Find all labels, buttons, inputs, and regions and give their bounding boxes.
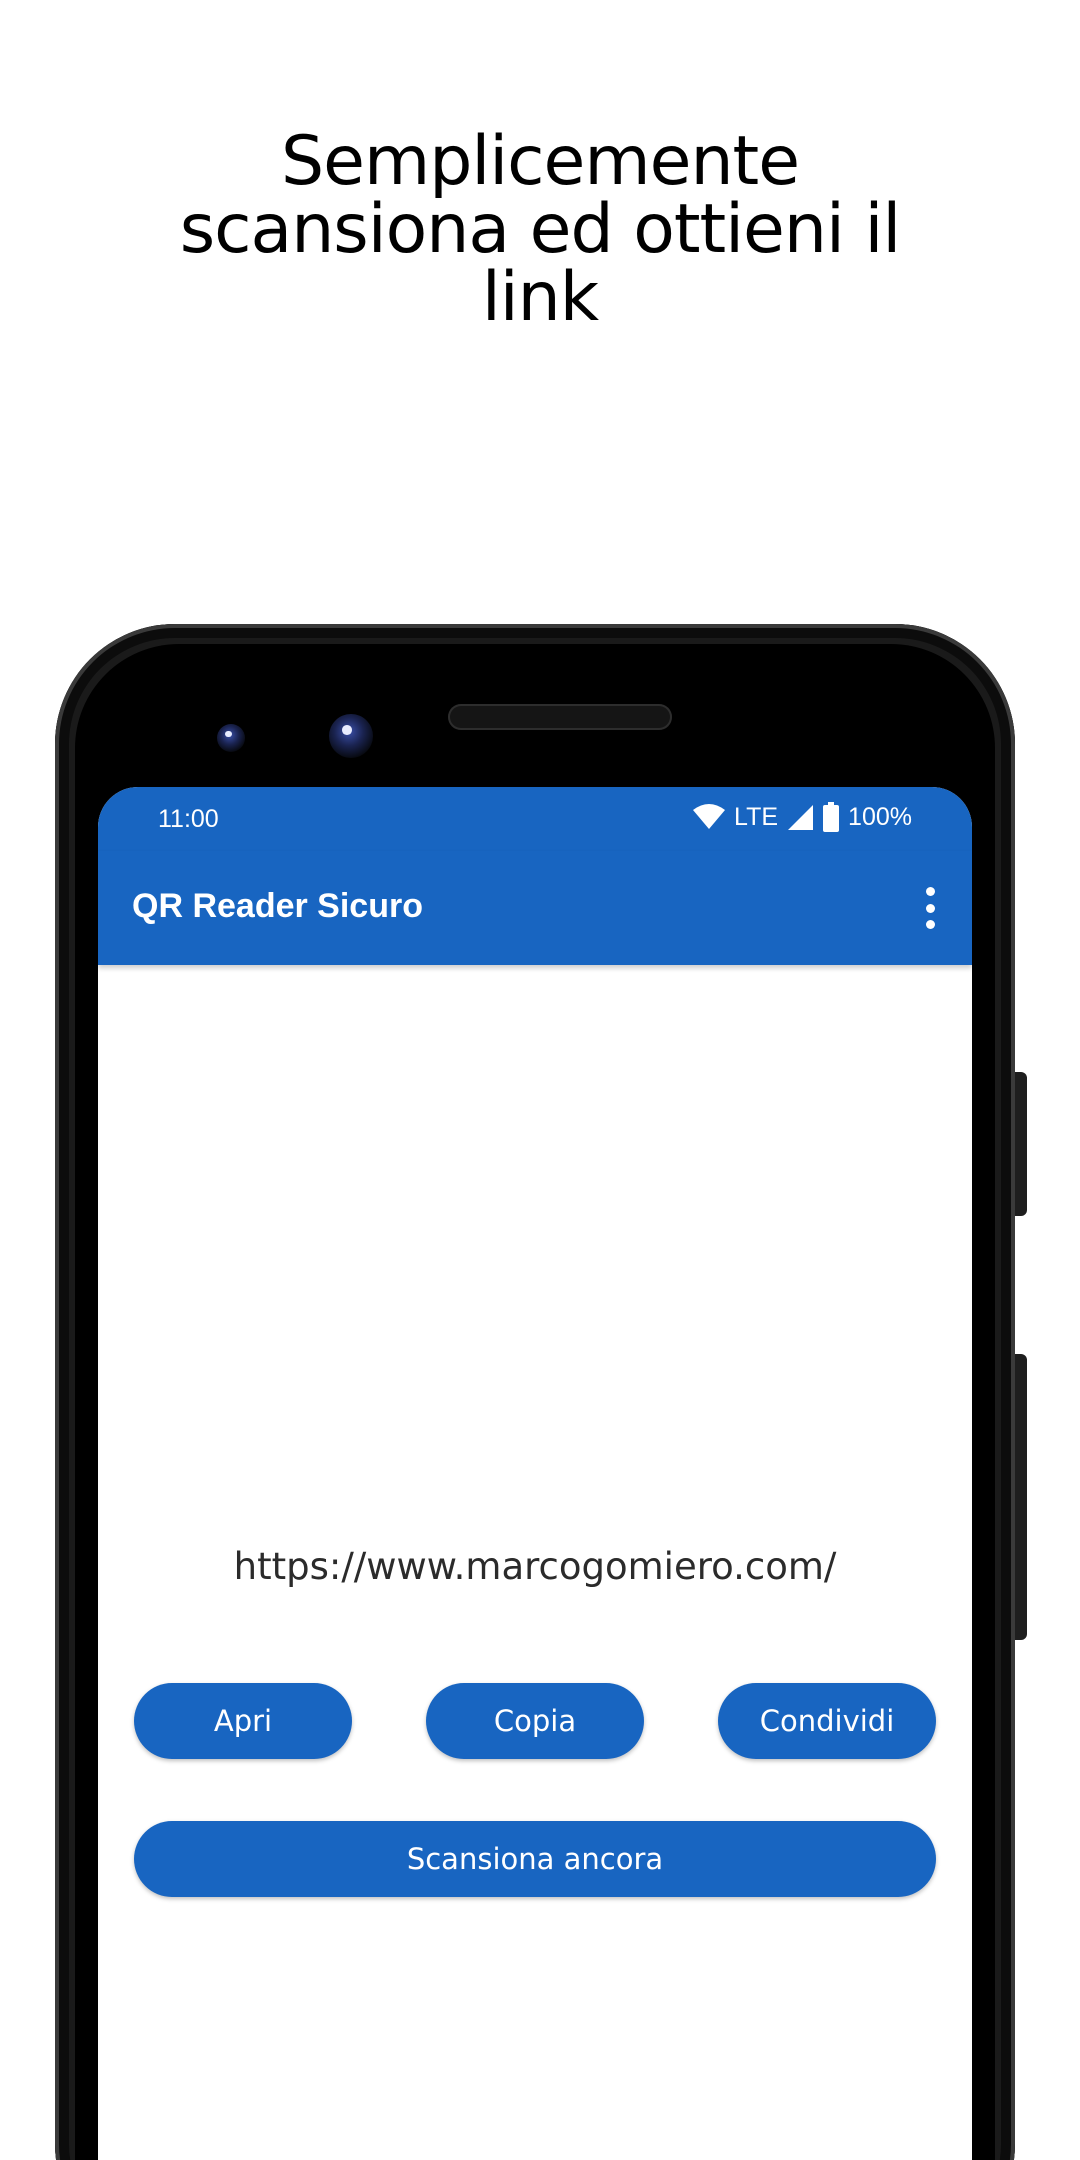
app-title: QR Reader Sicuro — [132, 887, 423, 925]
promo-screenshot: Semplicemente scansiona ed ottieni il li… — [0, 0, 1080, 2160]
copy-button[interactable]: Copia — [426, 1683, 644, 1759]
battery-level: 100% — [848, 802, 912, 831]
battery-icon — [823, 802, 840, 832]
volume-button — [1015, 1354, 1027, 1640]
wifi-icon — [693, 804, 726, 829]
share-button[interactable]: Condividi — [718, 1683, 936, 1759]
headline-line-2: scansiona ed ottieni il — [179, 190, 902, 269]
status-icons: LTE 100% — [692, 801, 912, 833]
open-button[interactable]: Apri — [134, 1683, 352, 1759]
status-time: 11:00 — [158, 805, 219, 833]
more-vert-icon[interactable] — [924, 887, 936, 929]
promo-headline: Semplicemente scansiona ed ottieni il li… — [140, 128, 940, 332]
headline-line-1: Semplicemente — [280, 122, 800, 201]
front-camera-icon — [329, 714, 373, 758]
app-screen: 11:00 LTE 100% QR Reader Sicuro https://… — [98, 787, 972, 2160]
sensor-icon — [217, 724, 245, 752]
phone-frame: 11:00 LTE 100% QR Reader Sicuro https://… — [55, 624, 1027, 2160]
status-bar: 11:00 LTE 100% — [98, 787, 972, 851]
network-type: LTE — [734, 802, 779, 831]
headline-line-3: link — [481, 258, 599, 337]
power-button — [1015, 1072, 1027, 1216]
speaker-grille — [448, 704, 672, 730]
signal-icon — [788, 805, 814, 830]
app-bar: QR Reader Sicuro — [98, 851, 972, 965]
scan-again-button[interactable]: Scansiona ancora — [134, 1821, 936, 1897]
scanned-url: https://www.marcogomiero.com/ — [233, 1545, 837, 1588]
